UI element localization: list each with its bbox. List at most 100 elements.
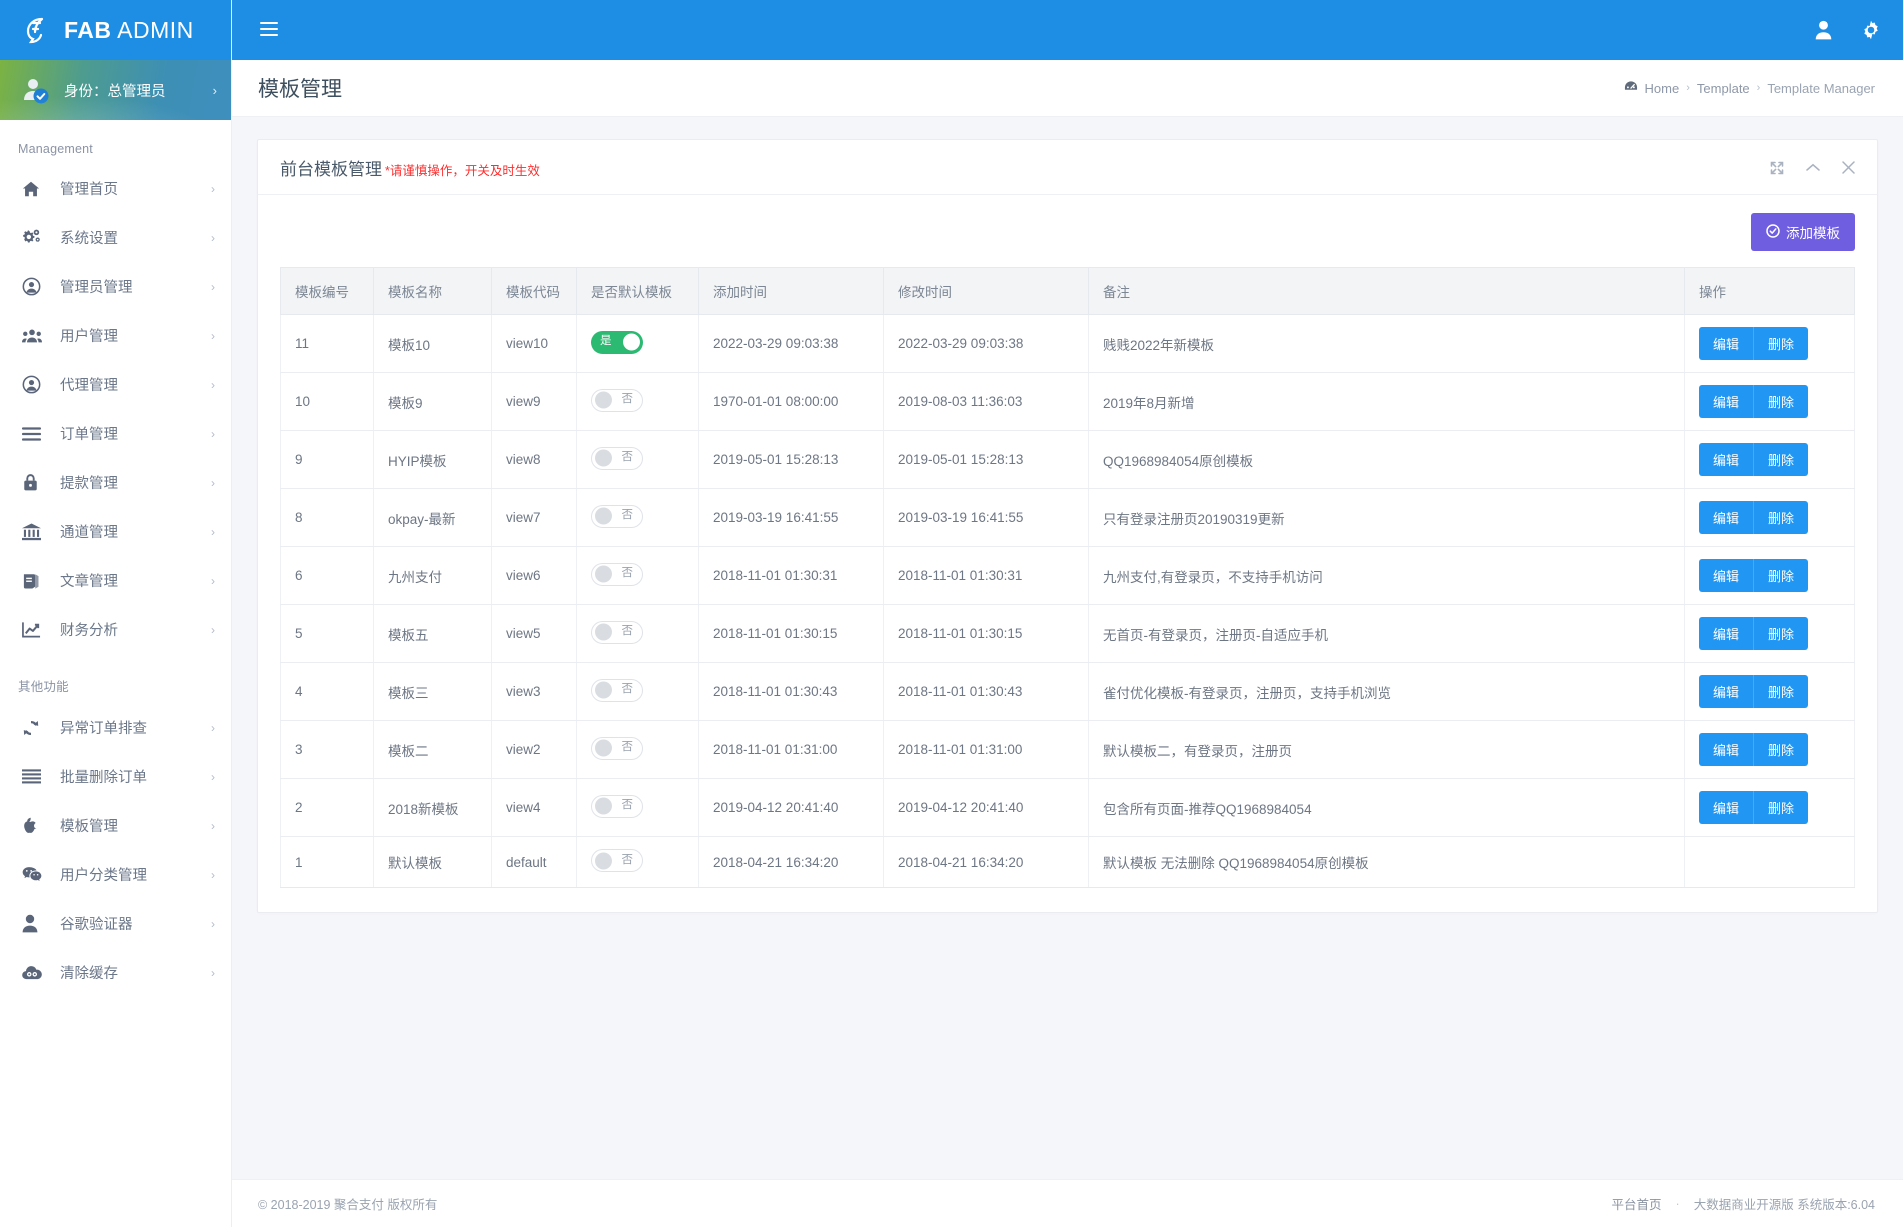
sidebar-item-channel-manage[interactable]: 通道管理 › — [0, 507, 231, 556]
breadcrumb-template[interactable]: Template — [1697, 81, 1750, 96]
content-area: 前台模板管理 *请谨慎操作，开关及时生效 添加模板 模板编号 模板名称 模板代码… — [232, 117, 1903, 1227]
cell-code: view6 — [491, 546, 577, 605]
default-template-toggle[interactable]: 是 — [591, 330, 643, 354]
brand-logo-area[interactable]: FAB ADMIN — [0, 0, 231, 60]
cell-added: 2019-03-19 16:41:55 — [698, 488, 884, 547]
add-template-label: 添加模板 — [1786, 226, 1840, 241]
delete-button[interactable]: 删除 — [1753, 675, 1809, 708]
sidebar-item-template-manage[interactable]: 模板管理 › — [0, 801, 231, 850]
profile-card[interactable]: 身份：总管理员 › — [0, 60, 231, 120]
breadcrumb-home[interactable]: Home — [1645, 81, 1680, 96]
edit-button[interactable]: 编辑 — [1699, 733, 1754, 766]
user-icon[interactable] — [1814, 20, 1833, 40]
cell-added: 1970-01-01 08:00:00 — [698, 372, 884, 431]
gear-icon[interactable] — [1861, 20, 1881, 40]
sidebar-item-google-authenticator[interactable]: 谷歌验证器 › — [0, 899, 231, 948]
cell-default-toggle: 否 — [576, 546, 699, 605]
delete-button[interactable]: 删除 — [1753, 791, 1809, 824]
cell-actions: 编辑 删除 — [1684, 720, 1855, 779]
edit-button[interactable]: 编辑 — [1699, 443, 1754, 476]
user-solid-icon — [22, 914, 48, 933]
cell-added: 2019-05-01 15:28:13 — [698, 430, 884, 489]
chevron-up-icon[interactable] — [1806, 163, 1820, 172]
expand-icon[interactable] — [1770, 161, 1784, 175]
footer-copyright: © 2018-2019 聚合支付 版权所有 — [258, 1198, 438, 1212]
cell-name: 九州支付 — [373, 546, 492, 605]
default-template-toggle[interactable]: 否 — [591, 678, 643, 702]
cell-modified: 2022-03-29 09:03:38 — [883, 314, 1089, 373]
edit-button[interactable]: 编辑 — [1699, 327, 1754, 360]
delete-button[interactable]: 删除 — [1753, 559, 1809, 592]
chevron-right-icon: › — [211, 867, 215, 882]
sidebar-item-withdraw-manage[interactable]: 提款管理 › — [0, 458, 231, 507]
default-template-toggle[interactable]: 否 — [591, 562, 643, 586]
panel-tools — [1770, 161, 1855, 175]
footer-right: 平台首页 · 大数据商业开源版 系统版本:6.04 — [1612, 1194, 1875, 1213]
sidebar-item-label: 财务分析 — [60, 623, 118, 639]
toggle-knob — [595, 391, 612, 409]
toggle-label: 否 — [621, 393, 634, 406]
sidebar-item-abnormal-orders[interactable]: 异常订单排查 › — [0, 703, 231, 752]
default-template-toggle[interactable]: 否 — [591, 849, 643, 872]
sidebar-item-system-settings[interactable]: 系统设置 › — [0, 213, 231, 262]
cell-default-toggle: 否 — [576, 372, 699, 431]
sidebar-item-batch-delete-orders[interactable]: 批量删除订单 › — [0, 752, 231, 801]
chevron-right-icon: › — [211, 475, 215, 490]
cell-id: 8 — [280, 488, 374, 547]
edit-button[interactable]: 编辑 — [1699, 501, 1754, 534]
chevron-right-icon: › — [211, 279, 215, 294]
chevron-right-icon: › — [211, 524, 215, 539]
toggle-label: 否 — [621, 625, 634, 638]
sidebar-item-article-manage[interactable]: 文章管理 › — [0, 556, 231, 605]
default-template-toggle[interactable]: 否 — [591, 446, 643, 470]
default-template-toggle[interactable]: 否 — [591, 388, 643, 412]
sidebar-item-finance-analysis[interactable]: 财务分析 › — [0, 605, 231, 654]
default-template-toggle[interactable]: 否 — [591, 620, 643, 644]
toggle-label: 否 — [621, 741, 634, 754]
close-icon[interactable] — [1842, 161, 1855, 174]
row-action-group: 编辑 删除 — [1699, 675, 1809, 708]
add-template-button[interactable]: 添加模板 — [1751, 213, 1855, 251]
footer: © 2018-2019 聚合支付 版权所有 平台首页 · 大数据商业开源版 系统… — [232, 1179, 1903, 1227]
cell-id: 11 — [280, 314, 374, 373]
delete-button[interactable]: 删除 — [1753, 501, 1809, 534]
toggle-knob — [595, 852, 612, 869]
edit-button[interactable]: 编辑 — [1699, 791, 1754, 824]
toggle-knob — [595, 739, 612, 757]
edit-button[interactable]: 编辑 — [1699, 559, 1754, 592]
sidebar-item-user-category-manage[interactable]: 用户分类管理 › — [0, 850, 231, 899]
edit-button[interactable]: 编辑 — [1699, 385, 1754, 418]
sidebar-item-dashboard[interactable]: 管理首页 › — [0, 164, 231, 213]
delete-button[interactable]: 删除 — [1753, 733, 1809, 766]
edit-button[interactable]: 编辑 — [1699, 675, 1754, 708]
panel-toolbar: 添加模板 — [280, 213, 1855, 251]
footer-platform-home-link[interactable]: 平台首页 — [1612, 1194, 1662, 1213]
chevron-right-icon: › — [211, 573, 215, 588]
edit-button[interactable]: 编辑 — [1699, 617, 1754, 650]
table-row: 5 模板五 view5 否 2018-11-01 01:30:15 2018-11-01 … — [280, 604, 1855, 663]
sidebar-item-order-manage[interactable]: 订单管理 › — [0, 409, 231, 458]
default-template-toggle[interactable]: 否 — [591, 794, 643, 818]
breadcrumb: Home › Template › Template Manager — [1624, 80, 1875, 96]
default-template-toggle[interactable]: 否 — [591, 736, 643, 760]
toggle-label: 否 — [621, 451, 634, 464]
row-action-group: 编辑 删除 — [1699, 385, 1809, 418]
lock-icon — [22, 473, 48, 492]
default-template-toggle[interactable]: 否 — [591, 504, 643, 528]
sidebar-item-user-manage[interactable]: 用户管理 › — [0, 311, 231, 360]
table-row: 8 okpay-最新 view7 否 2019-03-19 16:41:55 2019-0… — [280, 488, 1855, 547]
delete-button[interactable]: 删除 — [1753, 385, 1809, 418]
cell-note: 只有登录注册页20190319更新 — [1088, 488, 1685, 547]
sidebar-item-clear-cache[interactable]: 清除缓存 › — [0, 948, 231, 997]
toggle-knob — [595, 507, 612, 525]
sidebar-item-admin-manage[interactable]: 管理员管理 › — [0, 262, 231, 311]
cell-name: 模板10 — [373, 314, 492, 373]
sidebar-item-agent-manage[interactable]: 代理管理 › — [0, 360, 231, 409]
cell-note: 2019年8月新增 — [1088, 372, 1685, 431]
cell-note: 九州支付,有登录页，不支持手机访问 — [1088, 546, 1685, 605]
delete-button[interactable]: 删除 — [1753, 617, 1809, 650]
delete-button[interactable]: 删除 — [1753, 443, 1809, 476]
hamburger-icon[interactable] — [254, 16, 284, 44]
delete-button[interactable]: 删除 — [1753, 327, 1809, 360]
col-header-id: 模板编号 — [280, 267, 374, 315]
